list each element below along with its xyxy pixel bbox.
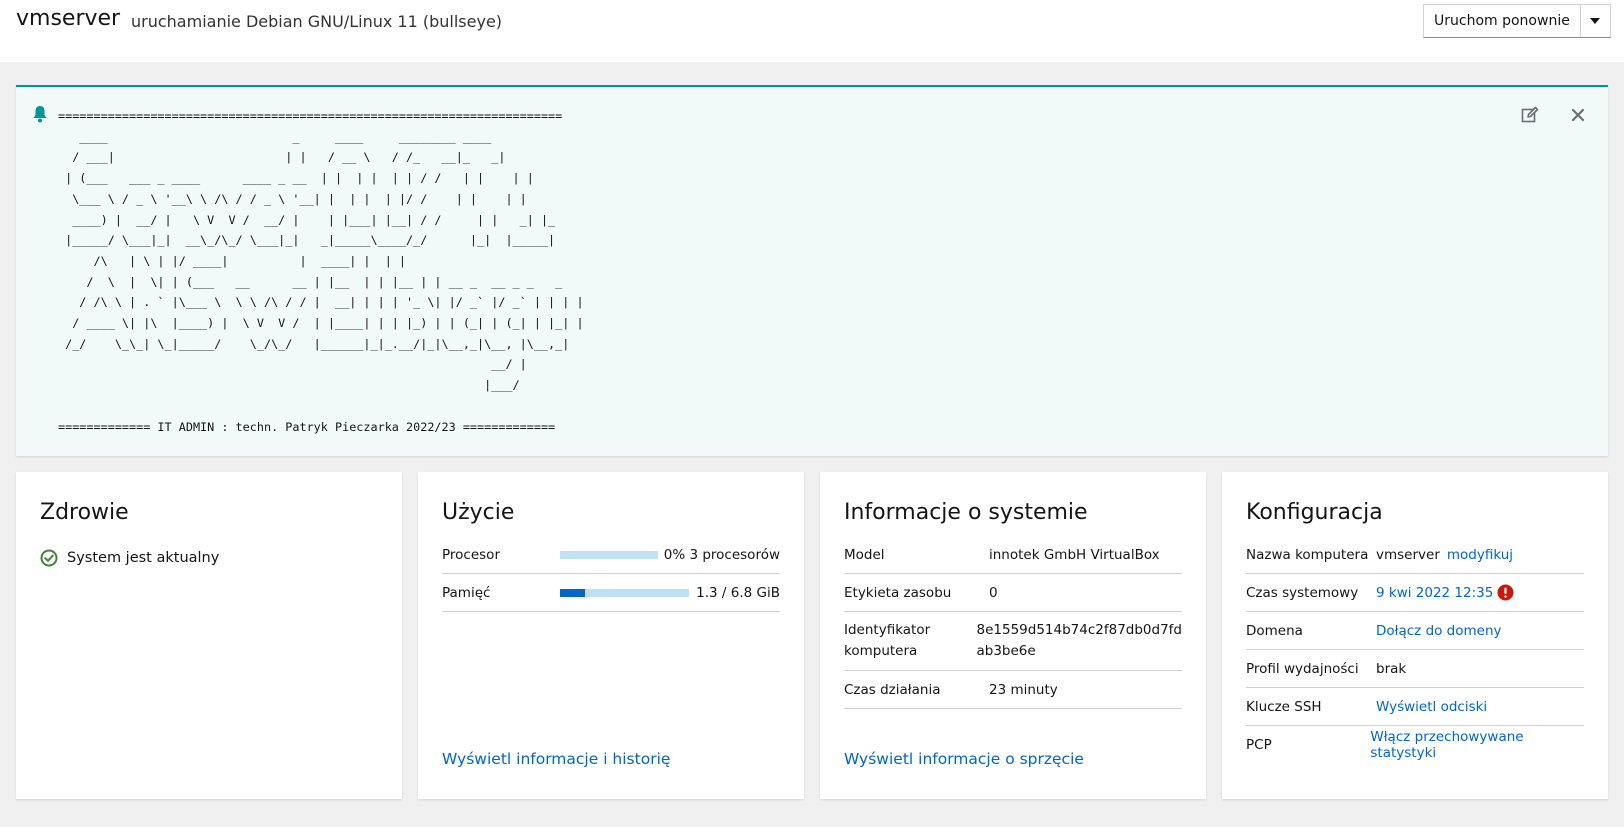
view-usage-history-link[interactable]: Wyświetl informacje i historię [442,750,670,768]
hostname-row: Nazwa komputera vmserver modyfikuj [1246,536,1584,574]
memory-value: 1.3 / 6.8 GiB [696,584,780,601]
ssh-keys-row: Klucze SSH Wyświetl odciski [1246,688,1584,726]
check-circle-icon [40,549,58,567]
close-icon[interactable] [1568,105,1588,125]
restart-button[interactable]: Uruchom ponownie [1424,5,1580,37]
system-time-row: Czas systemowy 9 kwi 2022 12:35 [1246,574,1584,612]
restart-split-button: Uruchom ponownie [1423,4,1611,38]
domain-row: Domena Dołącz do domeny [1246,612,1584,650]
machine-id-label: Identyfikator komputera [844,620,977,662]
performance-profile-row: Profil wydajności brak [1246,650,1584,688]
performance-profile-label: Profil wydajności [1246,660,1359,677]
asset-tag-row: Etykieta zasobu 0 [844,574,1182,612]
health-status: System jest aktualny [40,549,219,567]
usage-card-title: Użycie [442,500,515,525]
usage-card: Użycie Procesor 0% 3 procesorów Pamięć 1… [418,472,804,799]
configuration-list: Nazwa komputera vmserver modyfikuj Czas … [1246,536,1584,764]
enable-stored-metrics-link[interactable]: Włącz przechowywane statystyki [1370,729,1584,761]
motd-alert: ========================================… [16,85,1608,456]
page-title: vmserver [16,6,121,31]
usage-list: Procesor 0% 3 procesorów Pamięć 1.3 / 6.… [442,536,780,612]
restart-options-toggle[interactable] [1579,5,1610,37]
pcp-label: PCP [1246,737,1272,753]
health-card: Zdrowie System jest aktualny [16,472,402,799]
memory-label: Pamięć [442,584,491,601]
machine-id-value-line-2: ab3be6e [976,643,1036,659]
model-value: innotek GmbH VirtualBox [989,546,1160,563]
cpu-usage-row: Procesor 0% 3 procesorów [442,536,780,574]
machine-id-value: 8e1559d514b74c2f87db0d7fd ab3be6e [977,620,1183,662]
machine-id-label-line-1: Identyfikator [844,622,931,638]
show-fingerprints-link[interactable]: Wyświetl odciski [1376,699,1487,715]
cpu-label: Procesor [442,546,500,563]
edit-icon[interactable] [1520,105,1540,125]
system-info-list: Model innotek GmbH VirtualBox Etykieta z… [844,536,1182,709]
hostname-value: vmserver [1376,546,1440,563]
page-header: vmserver uruchamianie Debian GNU/Linux 1… [0,0,1624,62]
cpu-value: 0% 3 procesorów [663,546,780,563]
asset-tag-value: 0 [989,584,998,601]
performance-profile-value[interactable]: brak [1376,661,1406,677]
motd-text: ========================================… [58,109,584,434]
pcp-row: PCP Włącz przechowywane statystyki [1246,726,1584,764]
domain-label: Domena [1246,622,1303,639]
caret-down-icon [1590,18,1601,24]
memory-progress-fill [560,588,585,597]
machine-id-label-line-2: komputera [844,643,918,659]
configuration-card-title: Konfiguracja [1246,500,1383,525]
model-label: Model [844,546,885,563]
memory-usage-row: Pamięć 1.3 / 6.8 GiB [442,574,780,612]
exclamation-circle-icon [1497,584,1514,601]
machine-id-row: Identyfikator komputera 8e1559d514b74c2f… [844,612,1182,671]
model-row: Model innotek GmbH VirtualBox [844,536,1182,574]
cpu-progress-bar [560,550,658,559]
edit-hostname-link[interactable]: modyfikuj [1447,547,1513,563]
system-time-label: Czas systemowy [1246,584,1359,601]
machine-id-value-line-1: 8e1559d514b74c2f87db0d7fd [976,622,1183,638]
system-time-link[interactable]: 9 kwi 2022 12:35 [1376,585,1493,601]
system-info-card: Informacje o systemie Model innotek GmbH… [820,472,1206,799]
system-status-text: uruchamianie Debian GNU/Linux 11 (bullse… [131,12,503,31]
asset-tag-label: Etykieta zasobu [844,584,952,601]
ssh-keys-label: Klucze SSH [1246,698,1322,715]
health-card-title: Zdrowie [40,500,129,525]
uptime-row: Czas działania 23 minuty [844,671,1182,709]
uptime-label: Czas działania [844,681,941,698]
uptime-value: 23 minuty [989,681,1058,698]
system-info-card-title: Informacje o systemie [844,500,1088,525]
join-domain-link[interactable]: Dołącz do domeny [1376,623,1502,639]
memory-progress-bar [560,588,689,597]
hostname-label: Nazwa komputera [1246,546,1369,563]
configuration-card: Konfiguracja Nazwa komputera vmserver mo… [1222,472,1608,799]
bell-icon [33,106,47,123]
view-hardware-info-link[interactable]: Wyświetl informacje o sprzęcie [844,750,1084,768]
health-status-text: System jest aktualny [67,550,220,566]
